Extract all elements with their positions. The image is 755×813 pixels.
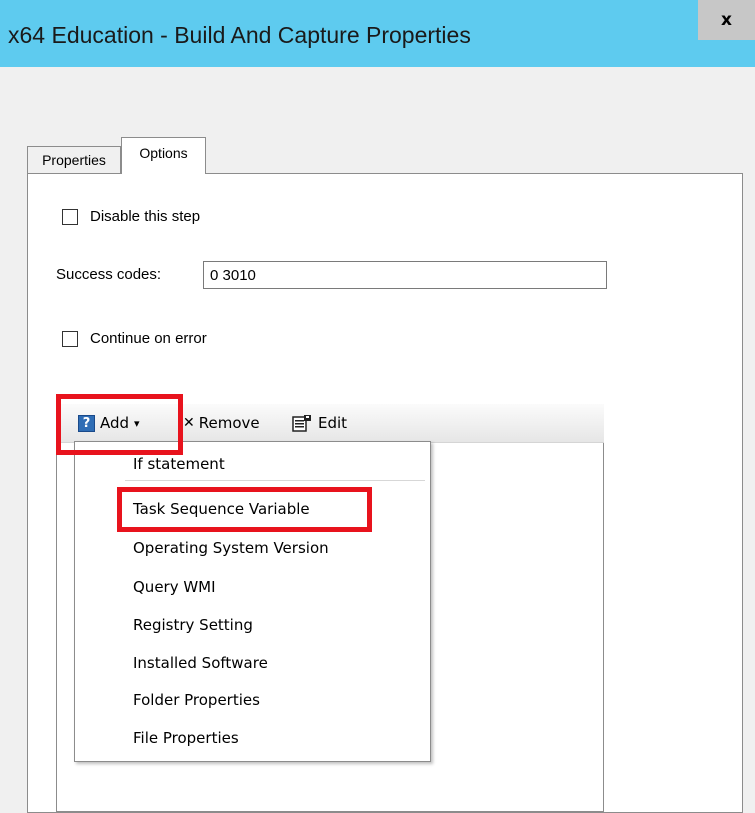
menu-item-registry-setting[interactable]: Registry Setting [133, 616, 253, 634]
disable-step-label: Disable this step [90, 208, 201, 225]
menu-item-file-properties[interactable]: File Properties [133, 729, 239, 747]
remove-label: Remove [198, 414, 260, 432]
remove-x-icon: ✕ [183, 415, 195, 431]
close-icon: x [721, 10, 732, 30]
edit-button[interactable]: Edit [292, 410, 347, 436]
success-codes-input[interactable] [203, 261, 607, 289]
tab-options[interactable]: Options [121, 137, 206, 174]
menu-item-query-wmi[interactable]: Query WMI [133, 578, 216, 596]
disable-step-checkbox[interactable] [62, 209, 78, 225]
edit-properties-icon [292, 414, 314, 432]
continue-on-error-label: Continue on error [90, 330, 207, 347]
menu-item-if-statement[interactable]: If statement [133, 455, 225, 473]
edit-properties-icon-svg [292, 415, 311, 432]
continue-on-error-checkbox[interactable] [62, 331, 78, 347]
edit-label: Edit [318, 414, 348, 432]
add-button-highlight [56, 394, 183, 455]
menu-item-operating-system-version[interactable]: Operating System Version [133, 539, 329, 557]
window-title: x64 Education - Build And Capture Proper… [8, 22, 471, 48]
title-bar: x64 Education - Build And Capture Proper… [0, 0, 755, 67]
menu-separator [125, 480, 425, 481]
menu-item-installed-software[interactable]: Installed Software [133, 654, 268, 672]
remove-button[interactable]: ✕ Remove [183, 410, 260, 436]
menu-item-folder-properties[interactable]: Folder Properties [133, 691, 260, 709]
close-button[interactable]: x [698, 0, 755, 40]
tab-properties[interactable]: Properties [27, 146, 121, 173]
success-codes-label: Success codes: [56, 266, 162, 283]
task-sequence-variable-highlight [117, 487, 372, 532]
